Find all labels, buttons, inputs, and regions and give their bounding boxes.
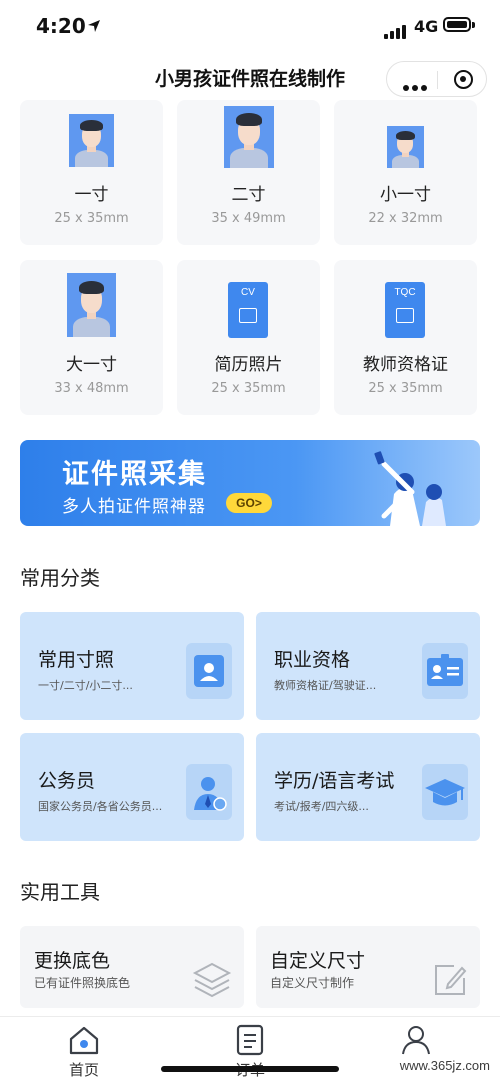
watermark: www.365jz.com bbox=[397, 1058, 492, 1073]
category-title: 公务员 bbox=[38, 770, 96, 792]
size-card-1[interactable]: 一寸 25 x 35mm bbox=[20, 100, 163, 245]
portrait-icon bbox=[186, 643, 232, 699]
category-desc: 考试/报考/四六级... bbox=[274, 800, 369, 813]
tab-orders[interactable]: 订单 bbox=[200, 1017, 300, 1083]
tool-card-custom-size[interactable]: 自定义尺寸 自定义尺寸制作 bbox=[256, 926, 480, 1008]
battery-icon bbox=[443, 17, 471, 32]
size-dims: 25 x 35mm bbox=[368, 381, 443, 396]
category-desc: 国家公务员/各省公务员... bbox=[38, 800, 163, 813]
tqc-icon-label: TQC bbox=[394, 287, 416, 298]
tools-section-title: 实用工具 bbox=[20, 880, 100, 904]
close-target-icon[interactable] bbox=[454, 70, 473, 89]
more-icon[interactable] bbox=[403, 76, 430, 95]
size-card-5[interactable]: CV 简历照片 25 x 35mm bbox=[177, 260, 320, 415]
category-card-education[interactable]: 学历/语言考试 考试/报考/四六级... bbox=[256, 733, 480, 841]
size-dims: 25 x 35mm bbox=[54, 211, 129, 226]
battery-tip bbox=[472, 22, 475, 28]
tool-desc: 自定义尺寸制作 bbox=[270, 976, 355, 990]
banner-title: 证件照采集 bbox=[62, 459, 207, 490]
graduation-cap-icon bbox=[422, 764, 468, 820]
size-name: 一寸 bbox=[74, 185, 109, 205]
size-name: 教师资格证 bbox=[363, 355, 448, 375]
layers-icon bbox=[192, 962, 232, 998]
size-name: 小一寸 bbox=[380, 185, 431, 205]
category-card-civil-servant[interactable]: 公务员 国家公务员/各省公务员... bbox=[20, 733, 244, 841]
tqc-document-icon: TQC bbox=[385, 282, 425, 338]
size-card-2[interactable]: 二寸 35 x 49mm bbox=[177, 100, 320, 245]
portrait-photo-icon bbox=[69, 114, 114, 167]
status-bar: 4:20 4G bbox=[0, 0, 500, 56]
people-selfie-illustration bbox=[374, 451, 446, 526]
user-icon bbox=[402, 1026, 430, 1055]
tool-title: 更换底色 bbox=[34, 950, 111, 972]
photo-collection-banner[interactable]: 证件照采集 多人拍证件照神器 GO> bbox=[20, 440, 480, 526]
edit-icon bbox=[435, 965, 467, 995]
size-card-3[interactable]: 小一寸 22 x 32mm bbox=[334, 100, 477, 245]
tab-profile[interactable] bbox=[366, 1017, 466, 1083]
signal-icon bbox=[384, 20, 408, 39]
orders-icon bbox=[236, 1024, 264, 1056]
size-name: 二寸 bbox=[231, 185, 266, 205]
size-card-4[interactable]: 大一寸 33 x 48mm bbox=[20, 260, 163, 415]
cv-document-icon: CV bbox=[228, 282, 268, 338]
home-icon bbox=[69, 1026, 99, 1055]
status-time: 4:20 bbox=[36, 14, 86, 38]
home-indicator[interactable] bbox=[161, 1066, 339, 1072]
capsule-divider bbox=[437, 71, 438, 89]
category-card-professional[interactable]: 职业资格 教师资格证/驾驶证... bbox=[256, 612, 480, 720]
tab-label: 首页 bbox=[68, 1061, 99, 1079]
category-card-common[interactable]: 常用寸照 一寸/二寸/小二寸... bbox=[20, 612, 244, 720]
size-dims: 25 x 35mm bbox=[211, 381, 286, 396]
portrait-photo-icon bbox=[387, 126, 424, 168]
banner-go-button[interactable]: GO> bbox=[226, 493, 272, 513]
size-dims: 22 x 32mm bbox=[368, 211, 443, 226]
id-card-icon bbox=[422, 643, 468, 699]
location-arrow-icon bbox=[88, 20, 100, 32]
categories-section-title: 常用分类 bbox=[20, 566, 100, 590]
size-dims: 33 x 48mm bbox=[54, 381, 129, 396]
size-dims: 35 x 49mm bbox=[211, 211, 286, 226]
cv-icon-label: CV bbox=[241, 287, 255, 298]
miniprogram-capsule bbox=[386, 61, 487, 97]
tool-card-change-background[interactable]: 更换底色 已有证件照换底色 bbox=[20, 926, 244, 1008]
portrait-photo-icon bbox=[67, 273, 116, 337]
category-title: 学历/语言考试 bbox=[274, 770, 395, 792]
size-name: 简历照片 bbox=[214, 355, 283, 375]
tool-desc: 已有证件照换底色 bbox=[34, 976, 131, 990]
category-title: 职业资格 bbox=[274, 649, 351, 671]
civil-servant-icon bbox=[186, 764, 232, 820]
network-type: 4G bbox=[414, 17, 439, 36]
tool-title: 自定义尺寸 bbox=[270, 950, 366, 972]
banner-subtitle: 多人拍证件照神器 bbox=[62, 497, 206, 517]
category-title: 常用寸照 bbox=[38, 649, 115, 671]
category-desc: 教师资格证/驾驶证... bbox=[274, 679, 377, 692]
size-name: 大一寸 bbox=[66, 355, 117, 375]
tab-home[interactable]: 首页 bbox=[34, 1017, 134, 1083]
size-card-6[interactable]: TQC 教师资格证 25 x 35mm bbox=[334, 260, 477, 415]
category-desc: 一寸/二寸/小二寸... bbox=[38, 679, 133, 692]
portrait-photo-icon bbox=[224, 106, 274, 168]
